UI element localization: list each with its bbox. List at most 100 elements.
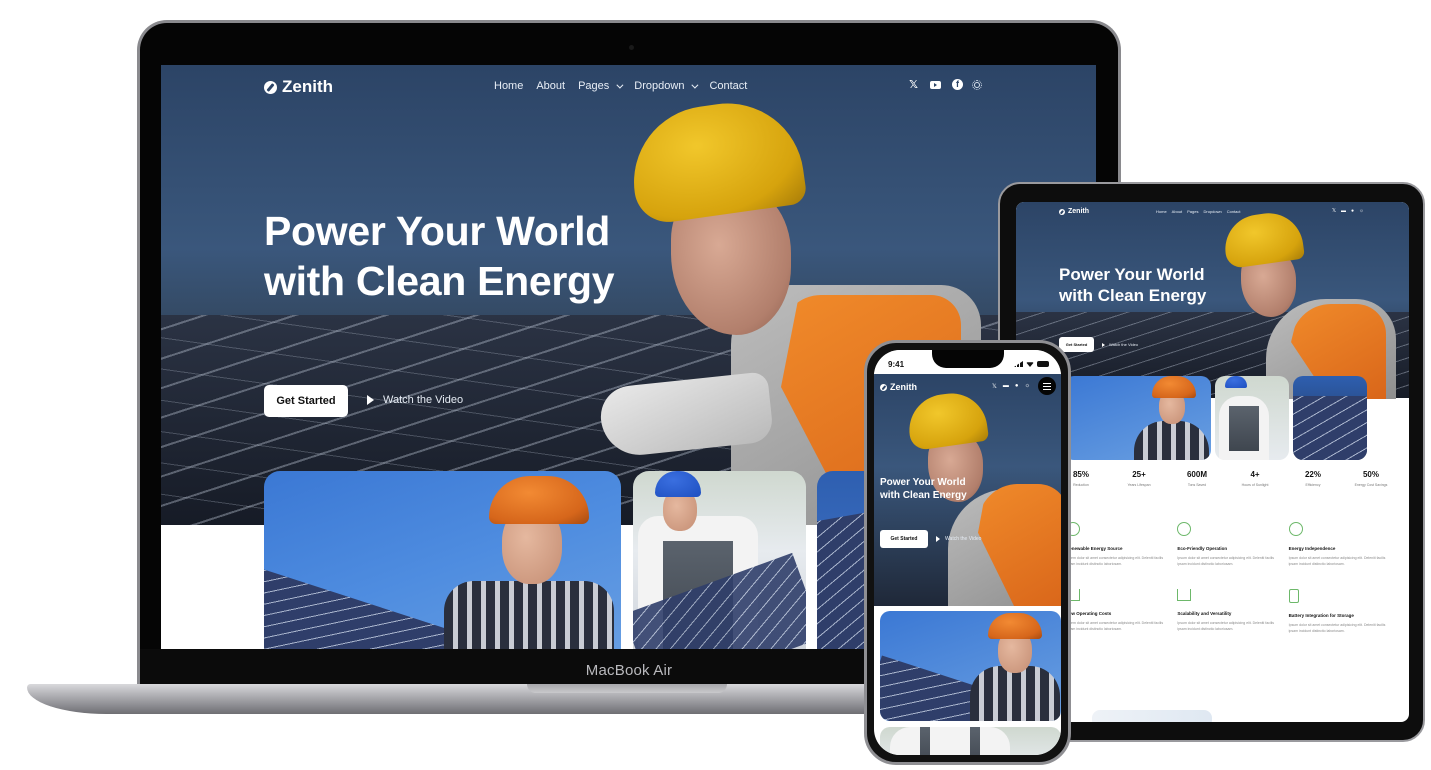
trackpad-notch [527,684,727,693]
globe-icon [1177,522,1192,536]
ipad-screen: Zenith Home About Pages Dropdown Contact… [1016,202,1409,722]
nav-home-label: Home [494,80,524,92]
nav-contact[interactable]: Contact [1227,209,1241,214]
watch-video-button[interactable]: Watch the Video [936,536,981,542]
x-icon[interactable]: 𝕏 [992,383,997,390]
gallery-card-worker-orange-helmet [880,611,1061,721]
feature-title: Energy Independence [1288,546,1336,551]
stat-label: Efficiency [1305,483,1321,487]
nav-dropdown[interactable]: Dropdown [634,80,699,92]
main-nav: Home About Pages Dropdown Contact [1156,209,1241,214]
nav-about[interactable]: About [1172,209,1182,214]
watch-video-button[interactable]: Watch the Video [367,394,463,406]
stat-item: 22% Efficiency [1288,470,1338,487]
theme-toggle-icon[interactable]: ☼ [1359,208,1364,214]
get-started-button[interactable]: Get Started [880,530,928,548]
nav-pages[interactable]: Pages [578,80,624,92]
social-links: 𝕏 ▬ ● ☼ [992,383,1030,390]
social-links: 𝕏 f [908,79,982,91]
gallery-card-solar-hands [1293,376,1367,460]
nav-home[interactable]: Home [494,80,523,92]
feature-text: Lorem dolor sit amet consectetur adipisi… [1066,556,1164,566]
gallery-card-worker-blue-cap [880,727,1061,755]
phone-hero-section: Zenith 𝕏 ▬ ● ☼ Power Your World with Cle… [874,374,1061,606]
features-grid: Renewable Energy Source Lorem dolor sit a… [1066,522,1386,634]
feature-title: Eco-Friendly Operation [1177,546,1228,551]
youtube-icon[interactable]: ▬ [1341,208,1346,214]
youtube-icon[interactable]: ▬ [1003,383,1009,390]
youtube-icon[interactable] [930,80,941,89]
gallery-card-worker-blue-cap [633,471,806,649]
energy-cycle-icon [1288,522,1303,536]
nav-contact-label: Contact [709,80,748,92]
wind-turbine-icon [1177,589,1192,601]
stat-label: Energy Cost Savings [1354,483,1388,487]
play-icon [367,395,374,405]
stat-value: 4+ [1250,470,1260,479]
hero-worker-image [1206,208,1406,399]
camera [629,45,634,50]
stat-item: 50% Energy Cost Savings [1346,470,1396,487]
stat-value: 600M [1186,470,1207,479]
nav-dropdown[interactable]: Dropdown [1203,209,1221,214]
dynamic-island [932,350,1004,368]
stat-item: 25+ Years Lifespan [1114,470,1164,487]
logo-icon [264,80,277,94]
feature-title: Low Operating Costs [1066,611,1112,616]
menu-toggle-button[interactable] [1038,377,1056,395]
play-icon [1102,342,1105,347]
nav-pages[interactable]: Pages [1187,209,1198,214]
brand-logo[interactable]: Zenith [1059,208,1089,215]
feature-text: Ipsum dolor sit amet consectetur adipisi… [1177,556,1275,566]
feature-text: Ipsum dolor sit amet consectetur adipisi… [1288,623,1386,633]
facebook-icon[interactable]: ● [1351,208,1354,214]
facebook-icon[interactable]: f [952,79,963,90]
battery-status-icon [1037,361,1049,367]
hero-title: Power Your World with Clean Energy [880,477,967,501]
nav-contact[interactable]: Contact [709,80,747,92]
brand-logo[interactable]: Zenith [880,382,917,392]
stats-row: 85% Reduction 25+ Years Lifespan 600M Tons … [1056,470,1396,487]
brand-name: Zenith [282,77,333,96]
stat-item: 4+ Hours of Sunlight [1230,470,1280,487]
nav-pages-label: Pages [578,80,610,92]
section-preview [1092,710,1212,722]
stat-value: 50% [1362,470,1379,479]
get-started-button[interactable]: Get Started [264,385,348,417]
feature-title: Scalability and Versatility [1177,611,1232,616]
feature-text: Ipsum dolor sit amet consectetur adipisi… [1177,621,1275,631]
status-icons [1014,361,1049,367]
gallery-card-worker-orange-helmet [264,471,621,649]
gallery-card-worker-blue-cap [1215,376,1289,460]
nav-about-label: About [536,80,566,92]
stat-label: Years Lifespan [1127,483,1151,487]
feature-text: Lorem dolor sit amet consectetur adipisi… [1066,621,1164,631]
status-time: 9:41 [888,360,905,369]
main-nav: Home About Pages Dropdown Contact [494,80,747,92]
feature-title: Renewable Energy Source [1066,546,1123,551]
nav-dropdown-label: Dropdown [634,80,685,92]
x-icon[interactable]: 𝕏 [908,79,919,91]
feature-title: Battery Integration for Storage [1288,613,1354,618]
feature-text: Ipsum dolor sit amet consectetur adipisi… [1288,556,1386,566]
feature-item: Battery Integration for Storage Ipsum dol… [1288,589,1386,634]
feature-item: Scalability and Versatility Ipsum dolor s… [1177,589,1274,634]
brand-name: Zenith [1068,208,1089,215]
feature-item: Energy Independence Ipsum dolor sit amet … [1288,522,1386,567]
facebook-icon[interactable]: ● [1015,383,1019,390]
watch-video-button[interactable]: Watch the Video [1102,342,1138,347]
battery-icon [1288,589,1299,603]
iphone-device: 9:41 Zenith 𝕏 ▬ ● ☼ Power Your World wit… [864,340,1071,765]
hero-title: Power Your World with Clean Energy [264,208,615,304]
device-mockup-stage: Zenith Home About Pages Dropdown Contact… [0,0,1431,770]
x-icon[interactable]: 𝕏 [1332,208,1336,214]
chevron-down-icon [616,81,624,89]
theme-toggle-icon[interactable] [972,79,982,90]
logo-icon [880,383,887,391]
nav-about[interactable]: About [536,80,565,92]
stat-label: Hours of Sunlight [1241,483,1269,487]
brand-logo[interactable]: Zenith [264,77,333,97]
get-started-button[interactable]: Get Started [1059,337,1094,352]
theme-toggle-icon[interactable]: ☼ [1024,383,1030,390]
nav-home[interactable]: Home [1156,209,1167,214]
